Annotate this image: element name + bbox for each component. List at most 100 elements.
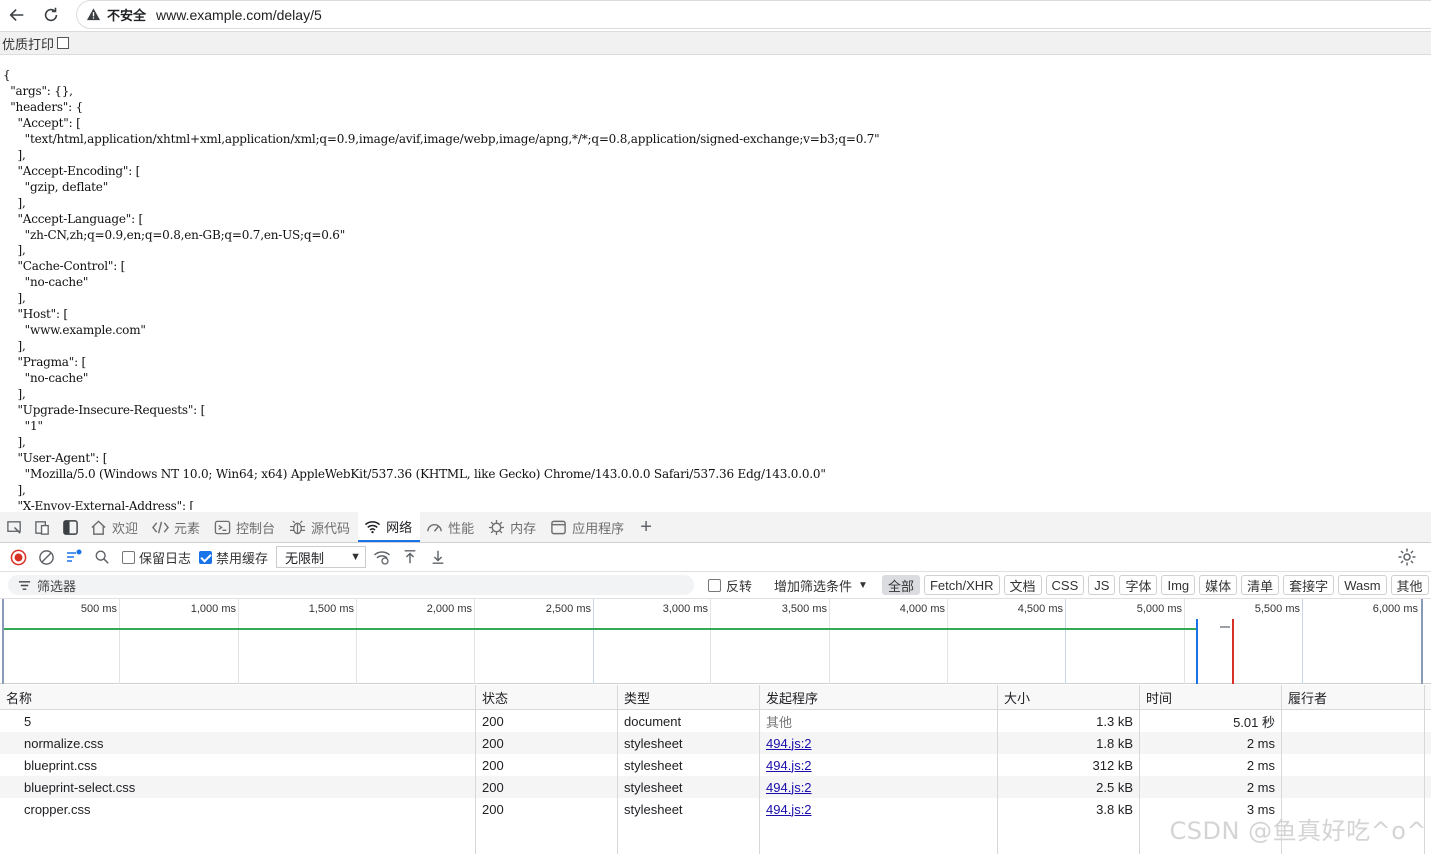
column-header-initiator[interactable]: 发起程序: [760, 685, 998, 709]
filter-chip-socket[interactable]: 套接字: [1283, 575, 1335, 595]
clear-icon: [38, 549, 54, 565]
filter-chip-other[interactable]: 其他: [1390, 575, 1429, 595]
tab-sources[interactable]: 源代码: [283, 512, 358, 542]
filter-chip-doc[interactable]: 文档: [1003, 575, 1042, 595]
resource-type-filters: 全部 Fetch/XHR 文档 CSS JS 字体 Img 媒体 清单 套接字 …: [881, 575, 1429, 595]
throttle-select[interactable]: 无限制 ▼: [276, 546, 367, 568]
wifi-icon: [364, 520, 381, 533]
request-name[interactable]: blueprint-select.css: [0, 776, 476, 798]
network-settings-button[interactable]: [1397, 547, 1417, 567]
clear-button[interactable]: [34, 545, 58, 569]
url-text[interactable]: www.example.com/delay/5: [156, 7, 322, 23]
invert-checkbox[interactable]: [708, 578, 721, 592]
tick-label: 2,000 ms: [426, 603, 472, 615]
back-button[interactable]: [0, 0, 34, 30]
request-name[interactable]: 5: [0, 710, 476, 732]
request-name[interactable]: cropper.css: [0, 798, 476, 820]
network-overview[interactable]: 500 ms 1,000 ms 1,500 ms 2,000 ms 2,500 …: [0, 599, 1431, 684]
reload-button[interactable]: [34, 0, 68, 30]
request-initiator: 494.js:2: [760, 776, 998, 798]
filter-chip-css[interactable]: CSS: [1045, 575, 1085, 595]
table-row[interactable]: blueprint.css 200 stylesheet 494.js:2 31…: [0, 754, 1431, 776]
column-header-name[interactable]: 名称: [0, 685, 476, 709]
load-event-marker: [1232, 619, 1234, 684]
column-header-type[interactable]: 类型: [618, 685, 760, 709]
invert-filter-toggle[interactable]: 反转: [708, 576, 752, 595]
address-bar[interactable]: 不安全 www.example.com/delay/5: [76, 0, 1431, 29]
column-header-status[interactable]: 状态: [476, 685, 618, 709]
request-size: 3.8 kB: [998, 798, 1140, 820]
column-header-size[interactable]: 大小: [998, 685, 1140, 709]
disable-cache-checkbox[interactable]: [199, 550, 213, 564]
more-filters-dropdown[interactable]: 增加筛选条件 ▼: [774, 576, 868, 595]
tick-line: [474, 599, 475, 684]
initiator-link[interactable]: 494.js:2: [766, 780, 812, 795]
preserve-log-toggle[interactable]: 保留日志: [122, 548, 191, 567]
tick-label: 3,500 ms: [781, 603, 827, 615]
network-filter-bar: 筛选器 反转 增加筛选条件 ▼ 全部 Fetch/XHR 文档 CSS JS 字…: [0, 572, 1431, 599]
filter-chip-media[interactable]: 媒体: [1199, 575, 1238, 595]
overview-right-handle[interactable]: [1421, 599, 1423, 684]
network-toolbar: 保留日志 禁用缓存 无限制 ▼: [0, 543, 1431, 572]
import-har-button[interactable]: [398, 545, 422, 569]
tab-elements[interactable]: 元素: [146, 512, 208, 542]
filter-input[interactable]: 筛选器: [8, 575, 694, 595]
inspect-icon: [6, 520, 21, 534]
device-emulation-button[interactable]: [28, 512, 56, 542]
add-tab-button[interactable]: +: [632, 512, 660, 542]
table-row[interactable]: normalize.css 200 stylesheet 494.js:2 1.…: [0, 732, 1431, 754]
filter-chip-img[interactable]: Img: [1161, 575, 1196, 595]
record-button[interactable]: [6, 545, 30, 569]
tick-label: 4,500 ms: [1017, 603, 1063, 615]
search-button[interactable]: [90, 545, 114, 569]
filter-chip-font[interactable]: 字体: [1119, 575, 1158, 595]
network-conditions-button[interactable]: [370, 545, 394, 569]
filter-chip-wasm[interactable]: Wasm: [1338, 575, 1387, 595]
filter-chip-fetch-xhr[interactable]: Fetch/XHR: [923, 575, 1000, 595]
export-har-button[interactable]: [426, 545, 450, 569]
security-label[interactable]: 不安全: [107, 5, 146, 24]
initiator-link[interactable]: 494.js:2: [766, 736, 812, 751]
pretty-print-checkbox[interactable]: [57, 37, 70, 49]
filter-chip-js[interactable]: JS: [1088, 575, 1116, 595]
initiator-link[interactable]: 494.js:2: [766, 802, 812, 817]
table-row[interactable]: 5 200 document 其他 1.3 kB 5.01 秒: [0, 710, 1431, 732]
tab-label: 元素: [174, 520, 201, 536]
filter-chip-manifest[interactable]: 清单: [1241, 575, 1280, 595]
filter-toggle-button[interactable]: [62, 545, 86, 569]
table-row[interactable]: blueprint-select.css 200 stylesheet 494.…: [0, 776, 1431, 798]
initiator-link[interactable]: 494.js:2: [766, 758, 812, 773]
search-icon: [95, 550, 109, 564]
tab-label: 网络: [386, 519, 413, 535]
request-name[interactable]: blueprint.css: [0, 754, 476, 776]
inspect-element-button[interactable]: [0, 512, 28, 542]
column-header-fulfilled-by[interactable]: 履行者: [1282, 685, 1425, 709]
tab-memory[interactable]: 内存: [482, 512, 544, 542]
warning-icon[interactable]: [85, 7, 101, 23]
download-icon: [432, 550, 444, 564]
panel-layout-icon: [62, 519, 78, 535]
request-time: 2 ms: [1140, 776, 1282, 798]
disable-cache-toggle[interactable]: 禁用缓存: [199, 548, 268, 567]
tick-label: 1,500 ms: [308, 603, 354, 615]
preserve-log-checkbox[interactable]: [122, 550, 135, 564]
request-name[interactable]: normalize.css: [0, 732, 476, 754]
tab-network[interactable]: 网络: [358, 512, 421, 542]
code-icon: [152, 521, 169, 533]
request-size: 1.3 kB: [998, 710, 1140, 732]
request-fulfilled-by: [1282, 710, 1425, 732]
more-filters-label: 增加筛选条件: [774, 578, 853, 594]
dock-side-button[interactable]: [56, 512, 84, 542]
tab-welcome[interactable]: 欢迎: [84, 512, 146, 542]
filter-chip-all[interactable]: 全部: [881, 575, 920, 595]
empty-cell: [618, 820, 760, 854]
filter-placeholder: 筛选器: [37, 578, 77, 594]
tick-label: 1,000 ms: [190, 603, 236, 615]
overview-left-handle[interactable]: [2, 599, 4, 684]
tab-application[interactable]: 应用程序: [544, 512, 632, 542]
request-status: 200: [476, 798, 618, 820]
tab-performance[interactable]: 性能: [420, 512, 482, 542]
tick-line: [1065, 599, 1066, 684]
tab-console[interactable]: 控制台: [208, 512, 283, 542]
column-header-time[interactable]: 时间: [1140, 685, 1282, 709]
